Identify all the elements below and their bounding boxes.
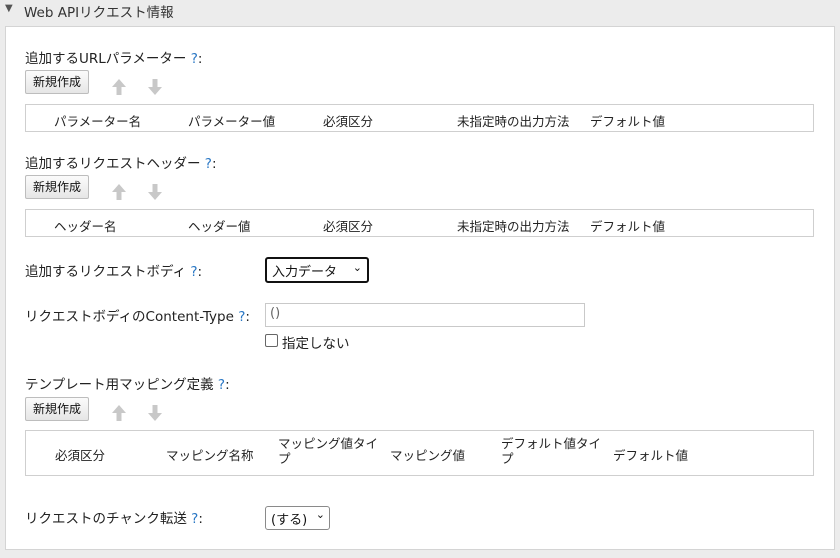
request-headers-col-value: ヘッダー値	[188, 219, 251, 234]
request-headers-move-down-icon[interactable]	[146, 182, 164, 202]
url-params-help-icon[interactable]: ?	[191, 51, 198, 67]
content-type-unspecified-checkbox[interactable]	[265, 334, 278, 347]
url-params-label: 追加するURLパラメーター	[25, 51, 187, 67]
chunked-transfer-label: リクエストのチャンク転送	[25, 511, 187, 527]
template-mapping-move-up-icon[interactable]	[110, 403, 128, 423]
url-params-move-down-icon[interactable]	[146, 77, 164, 97]
chunked-transfer-select[interactable]: (する) ⌄	[265, 506, 330, 530]
request-body-chevron-down-icon: ⌄	[352, 261, 362, 274]
url-params-label-row: 追加するURLパラメーター ?:	[25, 47, 202, 67]
template-mapping-col-default-type: デフォルト値タイプ	[501, 436, 602, 466]
collapse-triangle-icon[interactable]: ▼	[5, 3, 13, 14]
section-header[interactable]: ▼ Web APIリクエスト情報	[0, 0, 840, 22]
template-mapping-move-down-icon[interactable]	[146, 403, 164, 423]
content-type-input[interactable]: ()	[265, 303, 585, 327]
content-type-value: ()	[270, 306, 281, 321]
template-mapping-label: テンプレート用マッピング定義	[25, 377, 214, 393]
url-params-colon: :	[197, 51, 203, 67]
url-params-move-up-icon[interactable]	[110, 77, 128, 97]
request-body-help-icon[interactable]: ?	[190, 264, 197, 280]
request-body-select[interactable]: 入力データ ⌄	[265, 257, 369, 283]
request-headers-col-output-method: 未指定時の出力方法	[457, 219, 570, 234]
template-mapping-col-value: マッピング値	[390, 448, 466, 463]
request-headers-help-icon[interactable]: ?	[205, 156, 212, 172]
template-mapping-table: 必須区分 マッピング名称 マッピング値タイプ マッピング値 デフォルト値タイプ …	[25, 430, 814, 476]
template-mapping-col-mapping-name: マッピング名称	[166, 448, 254, 463]
url-params-col-value: パラメーター値	[188, 114, 276, 129]
chunked-transfer-label-row: リクエストのチャンク転送 ?:	[25, 507, 203, 527]
request-headers-label-row: 追加するリクエストヘッダー ?:	[25, 152, 217, 172]
section-title[interactable]: Web APIリクエスト情報	[24, 1, 174, 21]
request-headers-move-up-icon[interactable]	[110, 182, 128, 202]
chunked-transfer-selected: (する)	[271, 513, 308, 528]
url-params-col-output-method: 未指定時の出力方法	[457, 114, 570, 129]
template-mapping-help-icon[interactable]: ?	[218, 377, 225, 393]
template-mapping-label-row: テンプレート用マッピング定義 ?:	[25, 373, 230, 393]
chunked-transfer-colon: :	[198, 511, 203, 527]
template-mapping-col-default: デフォルト値	[613, 448, 689, 463]
url-params-table: パラメーター名 パラメーター値 必須区分 未指定時の出力方法 デフォルト値	[25, 104, 814, 132]
content-type-label: リクエストボディのContent-Type	[25, 309, 234, 325]
template-mapping-new-button[interactable]: 新規作成	[25, 397, 90, 421]
web-api-request-panel: 追加するURLパラメーター ?: 新規作成 パラメーター名 パラメーター値 必須…	[5, 26, 835, 550]
content-type-label-row: リクエストボディのContent-Type ?:	[25, 305, 250, 325]
template-mapping-col-value-type: マッピング値タイプ	[278, 436, 379, 466]
url-params-col-name: パラメーター名	[54, 114, 142, 129]
chunked-transfer-chevron-down-icon: ⌄	[315, 508, 325, 521]
request-headers-table: ヘッダー名 ヘッダー値 必須区分 未指定時の出力方法 デフォルト値	[25, 209, 814, 237]
request-body-label: 追加するリクエストボディ	[25, 264, 187, 280]
content-type-unspecified-label[interactable]: 指定しない	[282, 332, 350, 352]
url-params-col-required: 必須区分	[323, 114, 374, 129]
request-headers-col-default: デフォルト値	[590, 219, 666, 234]
request-body-selected: 入力データ	[272, 265, 338, 280]
request-headers-label: 追加するリクエストヘッダー	[25, 156, 201, 172]
request-headers-new-button[interactable]: 新規作成	[25, 175, 90, 199]
content-type-colon: :	[245, 309, 250, 325]
template-mapping-colon: :	[225, 377, 230, 393]
url-params-new-button[interactable]: 新規作成	[25, 70, 90, 94]
request-body-label-row: 追加するリクエストボディ ?:	[25, 260, 202, 280]
request-headers-colon: :	[211, 156, 217, 172]
request-headers-col-name: ヘッダー名	[54, 219, 117, 234]
url-params-col-default: デフォルト値	[590, 114, 666, 129]
template-mapping-col-required: 必須区分	[55, 448, 106, 463]
request-headers-col-required: 必須区分	[323, 219, 374, 234]
request-body-colon: :	[197, 264, 203, 280]
